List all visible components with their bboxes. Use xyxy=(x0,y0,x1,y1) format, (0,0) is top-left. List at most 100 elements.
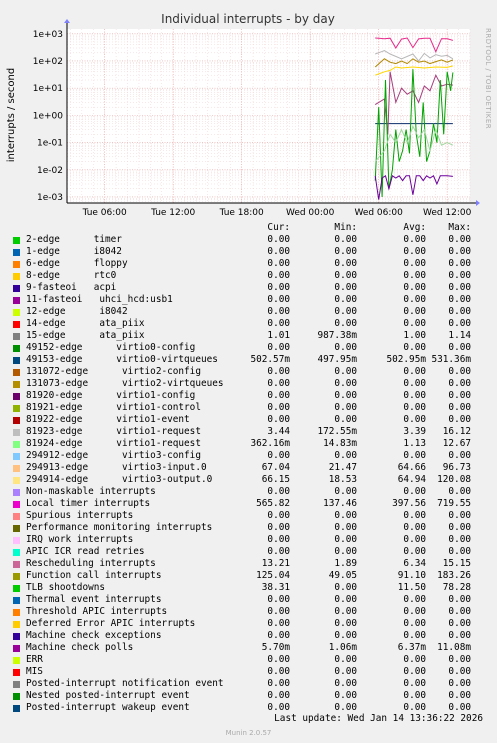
legend-swatch xyxy=(13,369,20,376)
legend-max-value: 78.28 xyxy=(442,582,471,593)
legend-min-value: 0.00 xyxy=(334,666,357,677)
legend-label: Rescheduling interrupts xyxy=(26,558,156,569)
legend-cur-value: 0.00 xyxy=(267,234,290,245)
legend-row: 49152-edge virtio0-config 0.00 0.00 0.00 0.0… xyxy=(0,342,497,354)
legend-swatch xyxy=(13,705,20,712)
legend-swatch xyxy=(13,309,20,316)
legend-max-value: 0.00 xyxy=(448,294,471,305)
legend-cur-value: 0.00 xyxy=(267,246,290,257)
legend-swatch xyxy=(13,357,20,364)
legend-row: Local timer interrupts 565.82 137.46 397.56… xyxy=(0,498,497,510)
rrdtool-watermark: RRDTOOL / TOBI OETIKER xyxy=(484,28,492,129)
legend-min-value: 0.00 xyxy=(334,654,357,665)
legend-max-value: 11.08m xyxy=(437,642,471,653)
legend-swatch xyxy=(13,537,20,544)
legend-max-value: 183.26 xyxy=(437,570,471,581)
legend-swatch xyxy=(13,645,20,652)
legend-cur-value: 125.04 xyxy=(256,570,290,581)
legend-max-value: 96.73 xyxy=(442,462,471,473)
legend-max-value: 0.00 xyxy=(448,234,471,245)
legend-swatch xyxy=(13,573,20,580)
legend-row: 81923-edge virtio1-request 3.44 172.55m 3.3… xyxy=(0,426,497,438)
legend-label: 14-edge ata_piix xyxy=(26,318,145,329)
y-tick-label: 1e-01 xyxy=(37,139,63,149)
legend-max-value: 0.00 xyxy=(448,306,471,317)
legend-min-value: 0.00 xyxy=(334,594,357,605)
legend-swatch xyxy=(13,249,20,256)
legend-row: 81921-edge virtio1-control 0.00 0.00 0.00 0.… xyxy=(0,402,497,414)
legend-cur-value: 0.00 xyxy=(267,390,290,401)
legend-max-value: 0.00 xyxy=(448,378,471,389)
legend-row: ERR 0.00 0.00 0.00 0.00 xyxy=(0,654,497,666)
legend-swatch xyxy=(13,417,20,424)
legend-row: 2-edge timer 0.00 0.00 0.00 0.00 xyxy=(0,234,497,246)
legend-max-value: 15.15 xyxy=(442,558,471,569)
legend-min-value: 172.55m xyxy=(317,426,357,437)
legend-label: 81920-edge virtio1-config xyxy=(26,390,196,401)
legend-row: Rescheduling interrupts 13.21 1.89 6.34 15.1… xyxy=(0,558,497,570)
legend-row: 14-edge ata_piix 0.00 0.00 0.00 0.00 xyxy=(0,318,497,330)
x-tick-label: Wed 06:00 xyxy=(354,208,403,218)
munin-version: Munin 2.0.57 xyxy=(225,729,272,737)
legend-label: Threshold APIC interrupts xyxy=(26,606,168,617)
legend-max-value: 0.00 xyxy=(448,450,471,461)
legend-cur-value: 0.00 xyxy=(267,342,290,353)
legend-row: Deferred Error APIC interrupts 0.00 0.00 0.… xyxy=(0,618,497,630)
x-tick-label: Tue 12:00 xyxy=(150,208,195,218)
legend-max-value: 0.00 xyxy=(448,270,471,281)
legend-row: Threshold APIC interrupts 0.00 0.00 0.00 0.0… xyxy=(0,606,497,618)
y-tick-label: 1e+03 xyxy=(33,30,63,40)
legend-max-value: 0.00 xyxy=(448,690,471,701)
legend-row: 131072-edge virtio2-config 0.00 0.00 0.00 0.… xyxy=(0,366,497,378)
legend-swatch xyxy=(13,261,20,268)
legend-label: IRQ work interrupts xyxy=(26,534,134,545)
legend-cur-value: 0.00 xyxy=(267,486,290,497)
legend-row: 6-edge floppy 0.00 0.00 0.00 0.00 xyxy=(0,258,497,270)
legend-label: Local timer interrupts xyxy=(26,498,151,509)
legend-min-value: 0.00 xyxy=(334,690,357,701)
legend-cur-value: 0.00 xyxy=(267,294,290,305)
legend-label: 131072-edge virtio2-config xyxy=(26,366,201,377)
legend-cur-value: 502.57m xyxy=(250,354,290,365)
legend-cur-value: 0.00 xyxy=(267,594,290,605)
legend-min-value: 1.89 xyxy=(334,558,357,569)
legend-swatch xyxy=(13,453,20,460)
legend-max-value: 1.14 xyxy=(448,330,471,341)
legend-min-value: 987.38m xyxy=(317,330,357,341)
legend-min-value: 21.47 xyxy=(328,462,357,473)
legend-swatch xyxy=(13,669,20,676)
legend-swatch xyxy=(13,489,20,496)
interrupts-chart: Individual interrupts - by day interrupt… xyxy=(6,12,492,218)
legend-cur-value: 0.00 xyxy=(267,450,290,461)
legend-max-value: 16.12 xyxy=(442,426,471,437)
legend-cur-value: 0.00 xyxy=(267,306,290,317)
legend-row: 81924-edge virtio1-request 362.16m 14.83m 1… xyxy=(0,438,497,450)
legend-label: Non-maskable interrupts xyxy=(26,486,156,497)
legend-label: Posted-interrupt notification event xyxy=(26,678,224,689)
legend-row: Function call interrupts 125.04 49.05 91.10… xyxy=(0,570,497,582)
legend-row: Spurious interrupts 0.00 0.00 0.00 0.00 xyxy=(0,510,497,522)
legend-max-value: 0.00 xyxy=(448,606,471,617)
legend-min-value: 0.00 xyxy=(334,282,357,293)
legend-max-value: 0.00 xyxy=(448,594,471,605)
x-axis-arrow xyxy=(476,200,480,206)
header-cur: Cur: xyxy=(267,222,290,233)
header-max: Max: xyxy=(448,222,471,233)
legend-cur-value: 0.00 xyxy=(267,414,290,425)
legend-row: 81920-edge virtio1-config 0.00 0.00 0.00 0.0… xyxy=(0,390,497,402)
legend-max-value: 0.00 xyxy=(448,258,471,269)
legend-max-value: 0.00 xyxy=(448,390,471,401)
legend-swatch xyxy=(13,585,20,592)
legend-row: 8-edge rtc0 0.00 0.00 0.00 0.00 xyxy=(0,270,497,282)
legend-min-value: 0.00 xyxy=(334,606,357,617)
legend-row: MIS 0.00 0.00 0.00 0.00 xyxy=(0,666,497,678)
legend-label: 11-fasteoi uhci_hcd:usb1 xyxy=(26,294,173,305)
legend-min-value: 0.00 xyxy=(334,390,357,401)
legend-min-value: 18.53 xyxy=(328,474,357,485)
legend-label: Thermal event interrupts xyxy=(26,594,162,605)
legend-min-value: 0.00 xyxy=(334,270,357,281)
legend-min-value: 0.00 xyxy=(334,414,357,425)
legend-row: Nested posted-interrupt event 0.00 0.00 0.0… xyxy=(0,690,497,702)
legend-cur-value: 67.04 xyxy=(261,462,290,473)
legend-cur-value: 362.16m xyxy=(250,438,290,449)
